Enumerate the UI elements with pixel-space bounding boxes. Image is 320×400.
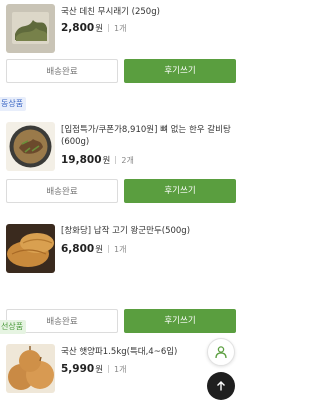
scroll-top-button[interactable]	[207, 372, 235, 400]
item-actions: 배송완료 후기쓰기	[0, 179, 241, 203]
divider	[108, 245, 110, 253]
price-currency: 원	[95, 245, 104, 255]
delivery-complete-button[interactable]: 배송완료	[6, 179, 118, 203]
product-quantity: 1개	[114, 245, 127, 254]
user-icon	[215, 346, 227, 359]
product-thumbnail[interactable]	[6, 122, 55, 171]
delivery-complete-button[interactable]: 배송완료	[6, 59, 118, 83]
product-quantity: 1개	[114, 365, 127, 374]
product-thumbnail[interactable]	[6, 224, 55, 273]
product-thumbnail[interactable]	[6, 4, 55, 53]
product-price: 5,990	[61, 363, 95, 375]
product-price: 2,800	[61, 22, 95, 34]
divider	[108, 365, 110, 373]
price-row: 6,800원 1개	[61, 241, 127, 256]
price-row: 5,990원 1개	[61, 361, 127, 376]
arrow-up-icon	[217, 381, 225, 391]
product-name[interactable]: 국산 데친 무시래기 (250g)	[61, 6, 233, 18]
price-currency: 원	[102, 156, 111, 166]
item-actions: 배송완료 후기쓰기	[0, 309, 241, 333]
product-name[interactable]: [입점특가/쿠폰가8,910원] 뼈 없는 한우 갈비탕 (600g)	[61, 124, 233, 148]
product-quantity: 2개	[121, 156, 134, 165]
divider	[108, 24, 110, 32]
write-review-button[interactable]: 후기쓰기	[124, 179, 236, 203]
write-review-button[interactable]: 후기쓰기	[124, 59, 236, 83]
product-quantity: 1개	[114, 24, 127, 33]
price-currency: 원	[95, 24, 104, 34]
product-price: 6,800	[61, 243, 95, 255]
price-currency: 원	[95, 365, 104, 375]
divider	[115, 156, 117, 164]
price-row: 2,800원 1개	[61, 20, 127, 35]
user-fab-button[interactable]	[207, 338, 235, 366]
section-label: 동상품	[0, 97, 27, 111]
product-price: 19,800	[61, 154, 102, 166]
price-row: 19,800원 2개	[61, 152, 134, 167]
write-review-button[interactable]: 후기쓰기	[124, 309, 236, 333]
item-actions: 배송완료 후기쓰기	[0, 59, 241, 83]
product-thumbnail[interactable]	[6, 344, 55, 393]
section-label: 선상품	[0, 320, 27, 334]
product-name[interactable]: [창화당] 납작 고기 왕군만두(500g)	[61, 225, 233, 237]
